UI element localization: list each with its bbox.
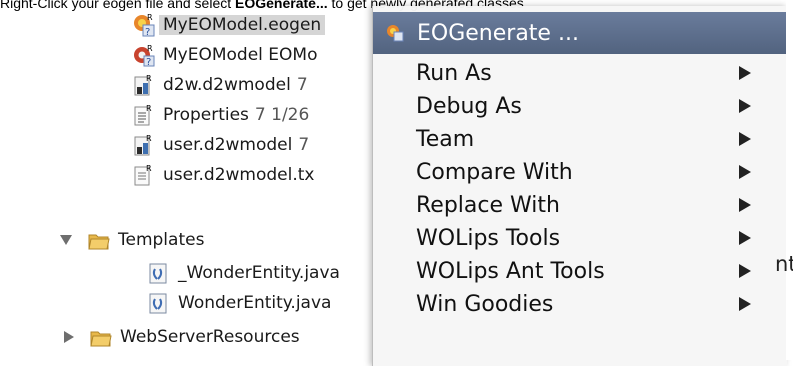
- submenu-arrow-icon: [739, 132, 751, 146]
- submenu-arrow-icon: [739, 165, 751, 179]
- d2wmodel-file-icon: R: [133, 133, 155, 157]
- eogenerate-icon: [385, 23, 405, 43]
- menu-item-run-as[interactable]: Run As: [373, 56, 787, 90]
- svg-text:R: R: [146, 74, 152, 83]
- eomodel-file-icon: ? R: [133, 43, 155, 68]
- java-template-icon: [148, 291, 170, 315]
- tree-item-revision: 7 1/26: [254, 105, 310, 125]
- menu-item-label: Compare With: [416, 159, 573, 185]
- tree-item-label: user.d2wmodel: [163, 135, 293, 155]
- tree-item-label: WonderEntity.java: [178, 293, 332, 313]
- menu-item-label: WOLips Ant Tools: [416, 258, 605, 284]
- menu-item-wolips-ant-tools[interactable]: WOLips Ant Tools: [373, 254, 787, 288]
- disclosure-expanded-icon[interactable]: [60, 235, 72, 245]
- tree-item-eogen[interactable]: ? R MyEOModel.eogen: [133, 10, 326, 40]
- tree-item-revision: 7: [298, 135, 310, 155]
- tree-item-wonderentity-template[interactable]: _WonderEntity.java: [148, 258, 340, 288]
- submenu-arrow-icon: [739, 99, 751, 113]
- tree-item-revision: 7: [296, 75, 308, 95]
- text-file-icon: R: [133, 163, 155, 187]
- menu-item-label: EOGenerate ...: [417, 20, 579, 46]
- menu-item-label: WOLips Tools: [416, 225, 561, 251]
- submenu-arrow-icon: [739, 198, 751, 212]
- context-menu: EOGenerate ... Run As Debug As Team Comp…: [372, 6, 787, 366]
- tree-item-wonderentity[interactable]: WonderEntity.java: [148, 288, 331, 318]
- menu-item-label: Replace With: [416, 192, 560, 218]
- properties-file-icon: R: [133, 103, 155, 127]
- d2wmodel-file-icon: R: [133, 73, 155, 97]
- submenu-arrow-icon: [739, 264, 751, 278]
- tree-item-label: Properties: [163, 105, 249, 125]
- svg-text:R: R: [146, 134, 152, 143]
- tree-item-label: d2w.d2wmodel: [163, 75, 291, 95]
- tree-item-user-d2wmodel[interactable]: R user.d2wmodel 7: [133, 130, 309, 160]
- tree-item-label: user.d2wmodel.tx: [163, 165, 315, 185]
- menu-item-compare-with[interactable]: Compare With: [373, 155, 787, 189]
- menu-item-wolips-tools[interactable]: WOLips Tools: [373, 221, 787, 255]
- background-partial-text: nt: [775, 252, 793, 276]
- tree-folder-webserverresources[interactable]: WebServerResources: [62, 322, 300, 352]
- svg-text:?: ?: [146, 57, 151, 67]
- tree-item-label: Templates: [118, 230, 205, 250]
- tree-item-label: WebServerResources: [120, 327, 300, 347]
- eogen-file-icon: ? R: [133, 13, 155, 38]
- submenu-arrow-icon: [739, 231, 751, 245]
- svg-text:R: R: [146, 104, 152, 113]
- submenu-arrow-icon: [739, 66, 751, 80]
- svg-text:R: R: [146, 164, 152, 173]
- submenu-arrow-icon: [739, 297, 751, 311]
- tree-item-user-d2wmodel-txt[interactable]: R user.d2wmodel.tx: [133, 160, 315, 190]
- disclosure-collapsed-icon[interactable]: [64, 331, 74, 343]
- menu-item-team[interactable]: Team: [373, 122, 787, 156]
- java-template-icon: [148, 261, 170, 285]
- menu-item-label: Run As: [416, 60, 492, 86]
- tree-item-eomodel[interactable]: ? R MyEOModel EOMo: [133, 40, 318, 70]
- svg-text:?: ?: [145, 27, 150, 37]
- menu-item-label: Debug As: [416, 93, 522, 119]
- folder-icon: [88, 228, 110, 252]
- folder-icon: [90, 325, 112, 349]
- tree-item-label: MyEOModel.eogen: [159, 15, 326, 35]
- svg-text:R: R: [147, 44, 153, 53]
- svg-text:R: R: [147, 13, 153, 22]
- tree-item-d2wmodel[interactable]: R d2w.d2wmodel 7: [133, 70, 308, 100]
- menu-item-eogenerate[interactable]: EOGenerate ...: [373, 12, 787, 54]
- menu-item-label: Team: [416, 126, 475, 152]
- tree-item-label: MyEOModel EOMo: [163, 45, 318, 65]
- menu-item-debug-as[interactable]: Debug As: [373, 89, 787, 123]
- tree-folder-templates[interactable]: Templates: [60, 225, 204, 255]
- tree-item-label: _WonderEntity.java: [178, 263, 340, 283]
- background-window-edge: [786, 0, 793, 360]
- menu-item-replace-with[interactable]: Replace With: [373, 188, 787, 222]
- tree-item-properties[interactable]: R Properties 7 1/26: [133, 100, 309, 130]
- menu-item-win-goodies[interactable]: Win Goodies: [373, 287, 787, 321]
- menu-item-label: Win Goodies: [416, 291, 554, 317]
